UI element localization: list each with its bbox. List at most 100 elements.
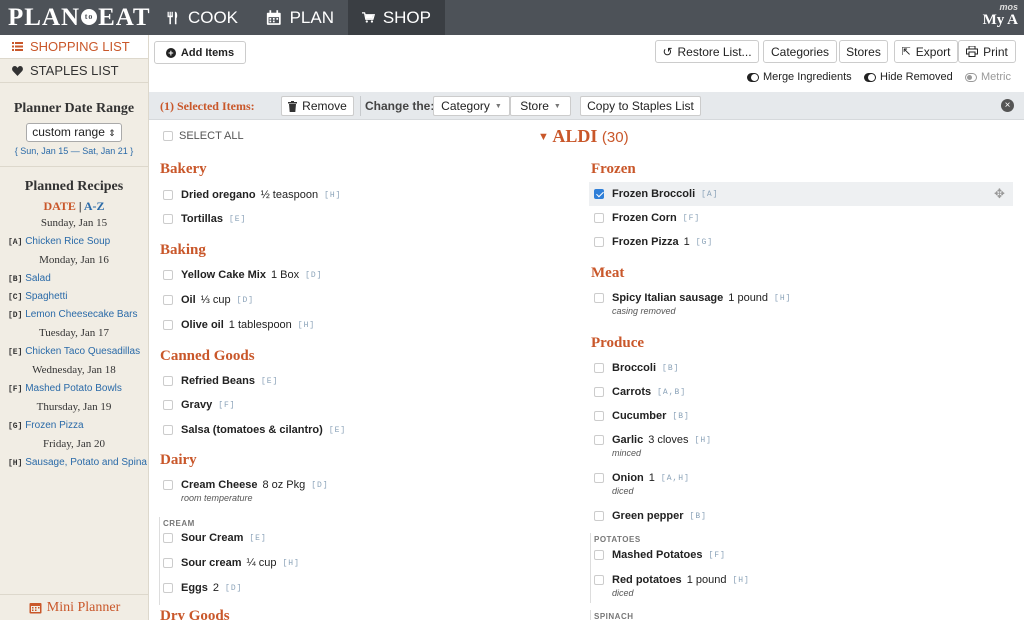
list-item[interactable]: Oil ⅓ cup [D] bbox=[163, 291, 254, 309]
checkbox[interactable] bbox=[163, 425, 173, 435]
checkbox[interactable] bbox=[163, 400, 173, 410]
date-range-select[interactable]: custom range ⇕ bbox=[26, 123, 122, 142]
checkbox[interactable] bbox=[594, 387, 604, 397]
item-recipe-tag: [B] bbox=[672, 411, 690, 421]
list-item[interactable]: Salsa (tomatoes & cilantro) [E] bbox=[163, 421, 346, 439]
checkbox[interactable] bbox=[163, 480, 173, 490]
checkbox[interactable] bbox=[163, 558, 173, 568]
list-item[interactable]: Cream Cheese 8 oz Pkg [D] bbox=[163, 476, 329, 494]
list-item[interactable]: Frozen Pizza 1 [G] bbox=[594, 233, 713, 251]
checkbox[interactable] bbox=[163, 295, 173, 305]
checkbox[interactable] bbox=[594, 189, 604, 199]
checkbox[interactable] bbox=[163, 190, 173, 200]
planned-recipe-link[interactable]: [C] Spaghetti bbox=[0, 288, 148, 306]
list-item[interactable]: Frozen Broccoli [A] bbox=[594, 185, 719, 203]
list-item[interactable]: Spicy Italian sausage 1 pound [H] bbox=[594, 289, 791, 307]
item-name: Gravy bbox=[181, 399, 213, 411]
merge-ingredients-toggle[interactable]: Merge Ingredients bbox=[747, 70, 852, 84]
item-note: minced bbox=[612, 448, 642, 458]
account-menu[interactable]: mos My A bbox=[983, 2, 1018, 29]
checkbox[interactable] bbox=[594, 237, 604, 247]
list-item[interactable]: Tortillas [E] bbox=[163, 210, 246, 228]
item-recipe-tag: [D] bbox=[225, 583, 243, 593]
checkbox[interactable] bbox=[594, 473, 604, 483]
sort-by-az[interactable]: A-Z bbox=[84, 199, 105, 213]
sort-by-date[interactable]: DATE bbox=[43, 199, 75, 213]
list-item[interactable]: Red potatoes 1 pound [H] bbox=[594, 571, 750, 589]
checkbox[interactable] bbox=[594, 550, 604, 560]
item-recipe-tag: [D] bbox=[236, 295, 255, 305]
close-icon[interactable]: × bbox=[1001, 99, 1014, 112]
checkbox[interactable] bbox=[594, 575, 604, 585]
recipe-name: Sausage, Potato and Spina bbox=[25, 457, 147, 468]
list-item[interactable]: Yellow Cake Mix 1 Box [D] bbox=[163, 266, 323, 284]
planned-recipe-link[interactable]: [H] Sausage, Potato and Spina bbox=[0, 454, 148, 472]
checkbox[interactable] bbox=[163, 320, 173, 330]
store-dropdown[interactable]: Store ▼ bbox=[510, 96, 571, 116]
hide-removed-toggle[interactable]: Hide Removed bbox=[864, 70, 953, 84]
checkbox[interactable] bbox=[163, 214, 173, 224]
nav-tab-shop[interactable]: SHOP bbox=[348, 0, 445, 35]
list-item[interactable]: Sour cream ¼ cup [H] bbox=[163, 554, 300, 572]
toggle-on-icon bbox=[747, 72, 759, 82]
list-item[interactable]: Onion 1 [A,H] bbox=[594, 469, 690, 487]
copy-to-staples-button[interactable]: Copy to Staples List bbox=[580, 96, 701, 116]
checkbox[interactable] bbox=[594, 511, 604, 521]
list-item[interactable]: Sour Cream [E] bbox=[163, 529, 267, 547]
nav-tab-cook[interactable]: COOK bbox=[152, 0, 252, 35]
item-recipe-tag: [E] bbox=[260, 376, 279, 386]
checkbox[interactable] bbox=[163, 131, 173, 141]
checkbox[interactable] bbox=[594, 435, 604, 445]
list-item[interactable]: Dried oregano ½ teaspoon [H] bbox=[163, 186, 341, 204]
checkbox[interactable] bbox=[594, 293, 604, 303]
nav-tab-plan[interactable]: PLAN bbox=[252, 0, 348, 35]
planned-recipe-link[interactable]: [A] Chicken Rice Soup bbox=[0, 233, 148, 251]
checkbox[interactable] bbox=[594, 411, 604, 421]
metric-toggle[interactable]: Metric bbox=[965, 70, 1011, 84]
sidebar-item-staples-list[interactable]: STAPLES LIST bbox=[0, 59, 148, 83]
checkbox[interactable] bbox=[163, 533, 173, 543]
recipe-tag: [A] bbox=[8, 238, 23, 247]
planned-recipe-link[interactable]: [G] Frozen Pizza bbox=[0, 417, 148, 435]
categories-button[interactable]: Categories bbox=[763, 40, 837, 63]
mini-planner-button[interactable]: Mini Planner bbox=[0, 594, 149, 620]
list-item[interactable]: Refried Beans [E] bbox=[163, 372, 278, 390]
sidebar-item-shopping-list[interactable]: SHOPPING LIST bbox=[0, 35, 148, 59]
checkbox[interactable] bbox=[163, 270, 173, 280]
list-item[interactable]: Garlic 3 cloves [H] bbox=[594, 431, 712, 449]
list-item[interactable]: Frozen Corn [F] bbox=[594, 209, 700, 227]
item-recipe-tag: [E] bbox=[249, 533, 267, 543]
planned-recipe-link[interactable]: [E] Chicken Taco Quesadillas bbox=[0, 343, 148, 361]
remove-button[interactable]: Remove bbox=[281, 96, 354, 116]
store-header-aldi[interactable]: ▼ ALDI (30) bbox=[538, 126, 629, 147]
list-item[interactable]: Mashed Potatoes [F] bbox=[594, 546, 726, 564]
recipe-name: Salad bbox=[25, 273, 51, 284]
export-button[interactable]: ⇱ Export bbox=[894, 40, 958, 63]
planned-recipe-link[interactable]: [D] Lemon Cheesecake Bars bbox=[0, 306, 148, 324]
list-item[interactable]: Cucumber [B] bbox=[594, 407, 690, 425]
checkbox[interactable] bbox=[594, 363, 604, 373]
date-range-dates: { Sun, Jan 15 — Sat, Jan 21 } bbox=[14, 146, 134, 156]
list-item[interactable]: Gravy [F] bbox=[163, 396, 236, 414]
list-item[interactable]: Eggs 2 [D] bbox=[163, 579, 242, 597]
print-button[interactable]: Print bbox=[958, 40, 1016, 63]
list-item[interactable]: Carrots [A,B] bbox=[594, 383, 686, 401]
plan-to-eat-logo[interactable]: PLAN to EAT bbox=[8, 4, 151, 32]
item-quantity: 1 pound bbox=[728, 292, 769, 304]
list-item[interactable]: Olive oil 1 tablespoon [H] bbox=[163, 316, 315, 334]
checkbox[interactable] bbox=[594, 213, 604, 223]
list-item[interactable]: Green pepper [B] bbox=[594, 507, 707, 525]
add-items-button[interactable]: + Add Items bbox=[154, 41, 246, 64]
mini-planner-label: Mini Planner bbox=[46, 599, 121, 615]
planned-recipe-link[interactable]: [F] Mashed Potato Bowls bbox=[0, 380, 148, 398]
category-dropdown[interactable]: Category ▼ bbox=[433, 96, 510, 116]
drag-handle-icon[interactable]: ✥ bbox=[994, 186, 1005, 202]
list-item[interactable]: Broccoli [B] bbox=[594, 359, 679, 377]
planned-recipe-link[interactable]: [B] Salad bbox=[0, 270, 148, 288]
item-name: Frozen Broccoli bbox=[612, 188, 696, 200]
checkbox[interactable] bbox=[163, 583, 173, 593]
restore-list-button[interactable]: ↺ Restore List... bbox=[655, 40, 759, 63]
checkbox[interactable] bbox=[163, 376, 173, 386]
select-all-checkbox[interactable]: SELECT ALL bbox=[163, 130, 244, 142]
stores-button[interactable]: Stores bbox=[839, 40, 888, 63]
